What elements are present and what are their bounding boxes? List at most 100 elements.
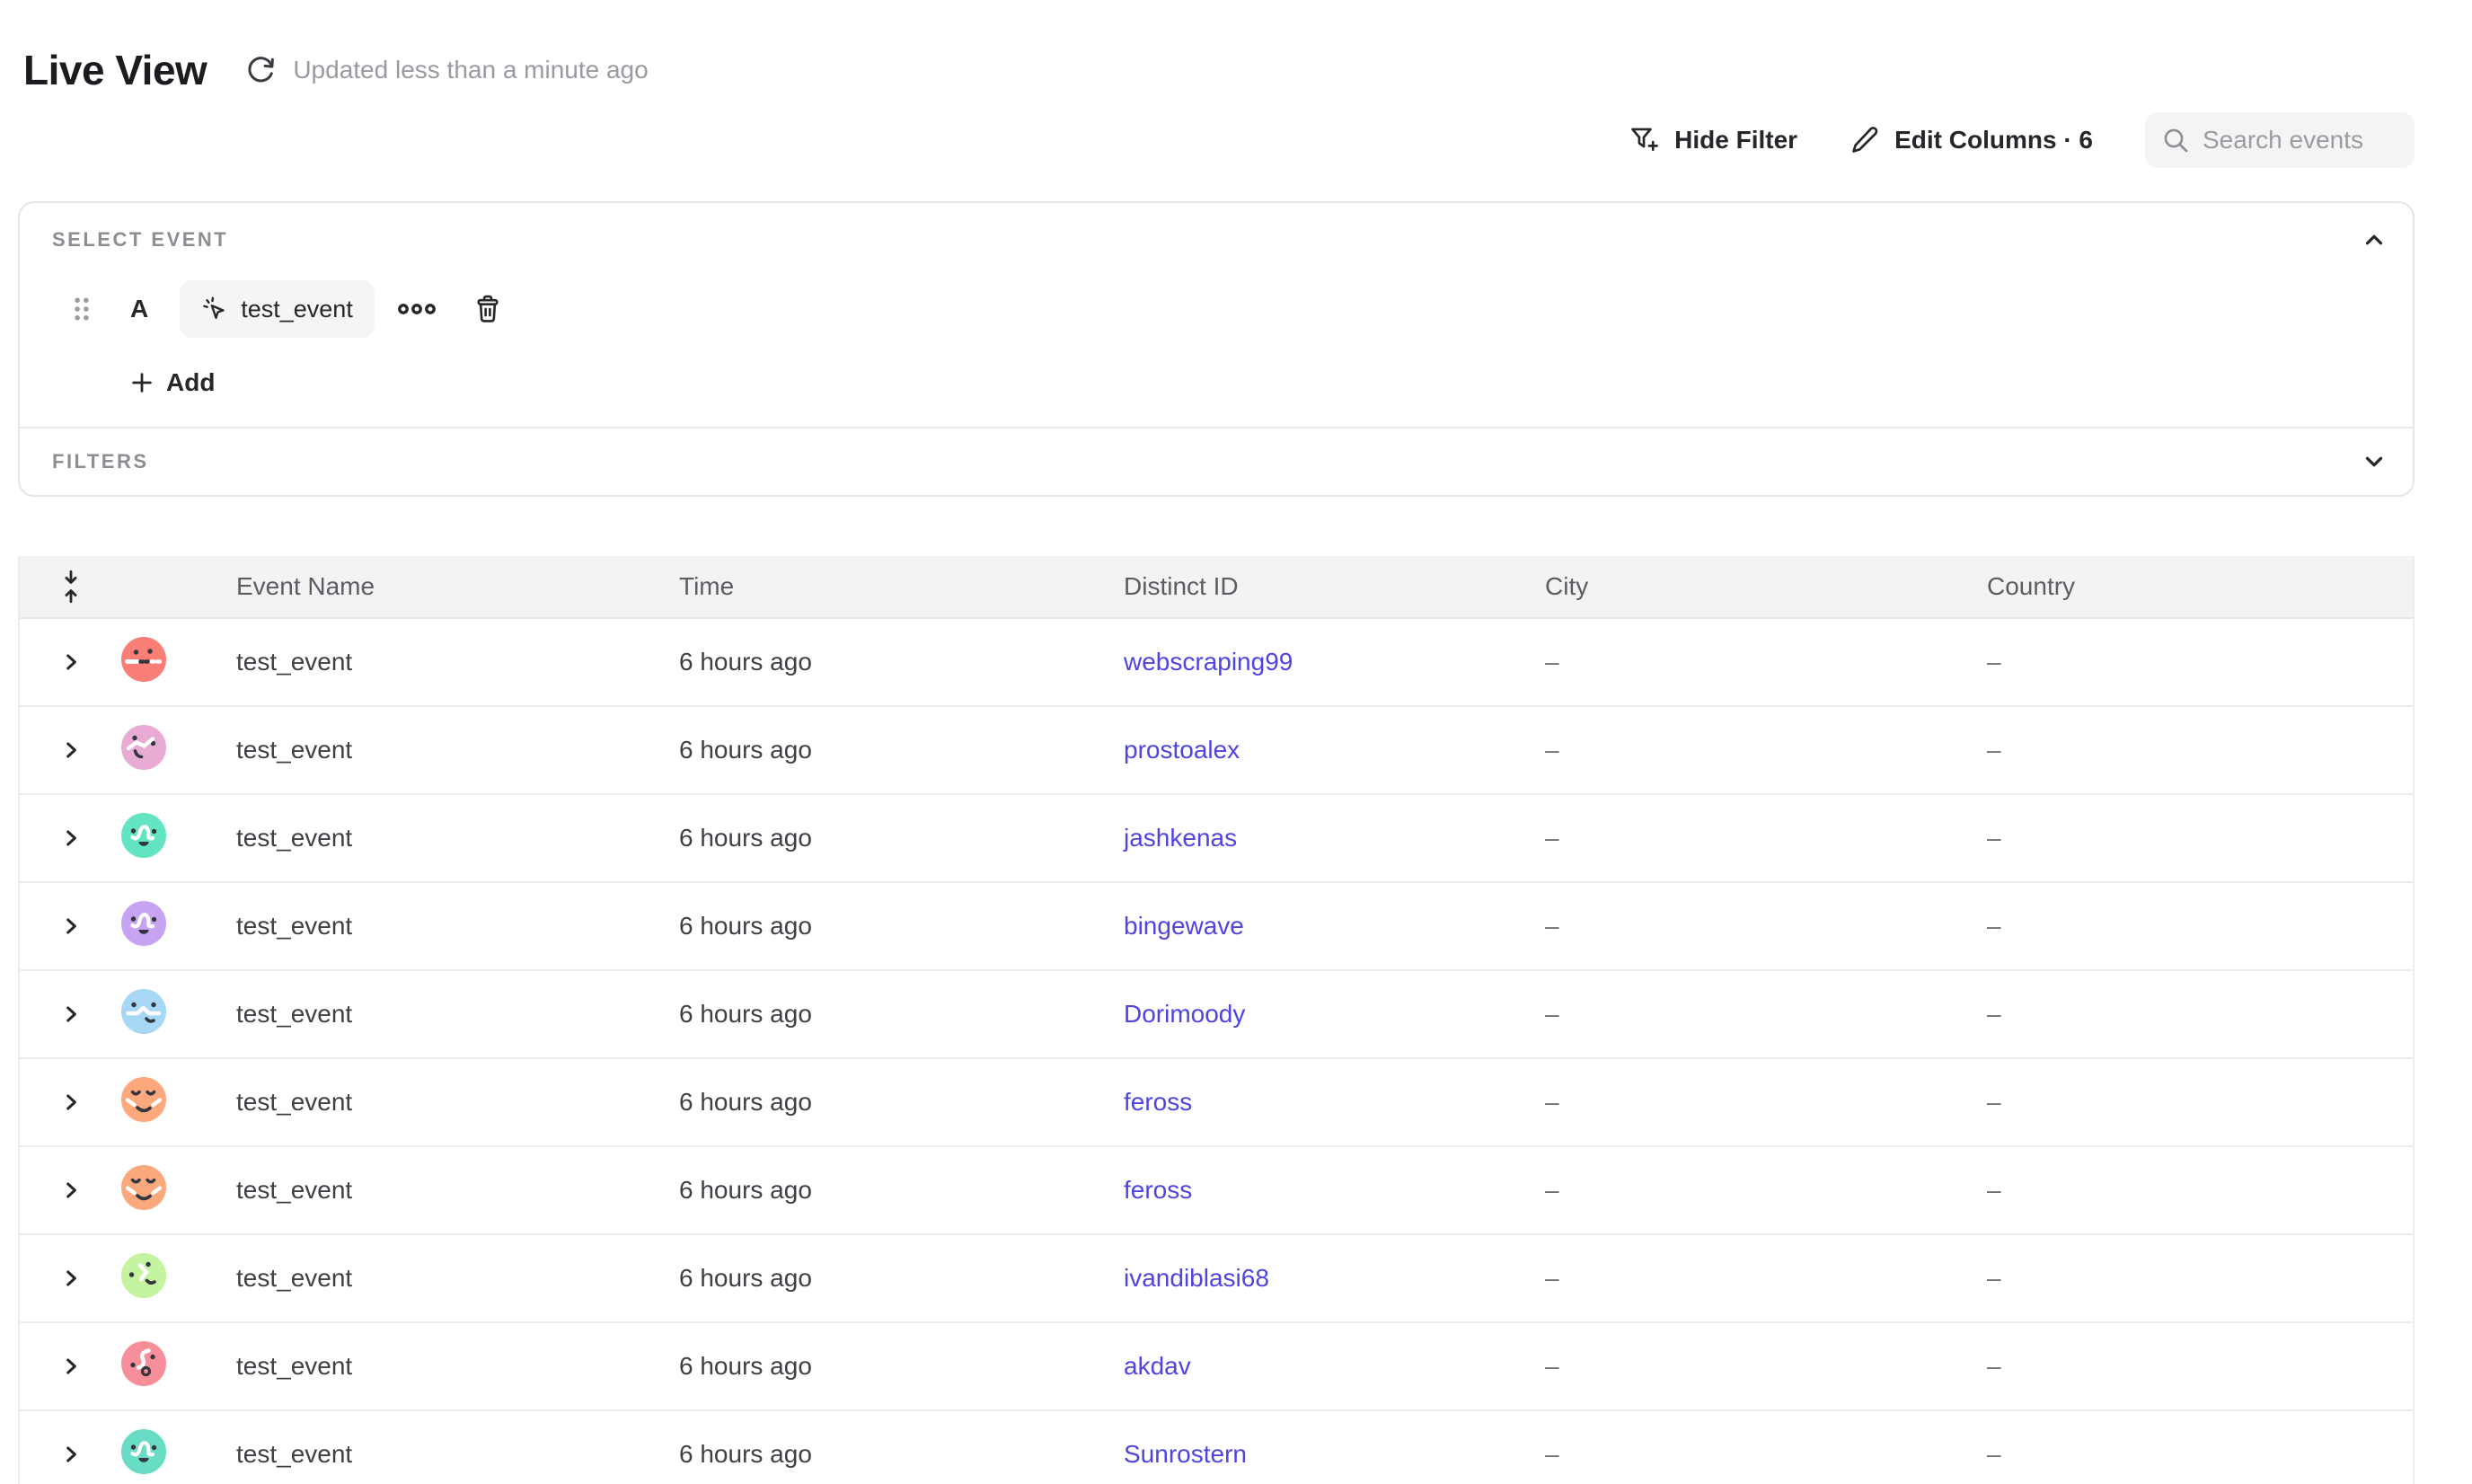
add-event-button[interactable]: Add <box>128 363 215 402</box>
expand-row-button[interactable] <box>59 1179 83 1202</box>
table-row[interactable]: test_event 6 hours ago feross – – <box>20 1147 2413 1235</box>
user-avatar <box>121 637 166 682</box>
time-cell: 6 hours ago <box>661 736 1106 764</box>
event-name-cell: test_event <box>218 1000 661 1029</box>
country-cell: – <box>1969 1000 2413 1029</box>
table-row[interactable]: test_event 6 hours ago bingewave – – <box>20 883 2413 971</box>
select-event-label: SELECT EVENT <box>52 228 228 252</box>
event-name-cell: test_event <box>218 824 661 852</box>
expand-row-button[interactable] <box>59 1003 83 1026</box>
time-cell: 6 hours ago <box>661 1264 1106 1293</box>
collapse-select-event-button[interactable] <box>2361 226 2388 253</box>
search-input[interactable] <box>2203 126 2400 155</box>
time-cell: 6 hours ago <box>661 1000 1106 1029</box>
expand-row-button[interactable] <box>59 914 83 938</box>
distinct-id-link[interactable]: Sunrostern <box>1124 1440 1247 1468</box>
table-row[interactable]: test_event 6 hours ago akdav – – <box>20 1323 2413 1411</box>
city-cell: – <box>1527 1088 1969 1117</box>
distinct-id-link[interactable]: feross <box>1124 1088 1192 1116</box>
live-view-page: Live View Updated less than a minute ago… <box>0 0 2472 1484</box>
hide-filter-label: Hide Filter <box>1674 126 1797 155</box>
event-letter: A <box>130 295 148 323</box>
chevron-right-icon <box>59 1443 83 1466</box>
table-row[interactable]: test_event 6 hours ago ivandiblasi68 – – <box>20 1235 2413 1323</box>
event-name-cell: test_event <box>218 1440 661 1469</box>
user-avatar <box>121 1077 166 1122</box>
time-cell: 6 hours ago <box>661 912 1106 941</box>
country-cell: – <box>1969 912 2413 941</box>
table-row[interactable]: test_event 6 hours ago webscraping99 – – <box>20 619 2413 707</box>
hide-filter-button[interactable]: Hide Filter <box>1629 125 1797 155</box>
refresh-icon <box>244 54 277 86</box>
refresh-button[interactable] <box>244 54 277 86</box>
table-row[interactable]: test_event 6 hours ago Dorimoody – – <box>20 971 2413 1059</box>
expand-row-button[interactable] <box>59 1091 83 1114</box>
table-row[interactable]: test_event 6 hours ago feross – – <box>20 1059 2413 1147</box>
country-cell: – <box>1969 1176 2413 1205</box>
distinct-id-link[interactable]: feross <box>1124 1176 1192 1204</box>
event-more-options-button[interactable] <box>396 302 437 316</box>
column-header-country: Country <box>1969 572 2413 601</box>
trash-icon <box>473 294 502 324</box>
expand-row-button[interactable] <box>59 1267 83 1290</box>
time-cell: 6 hours ago <box>661 1176 1106 1205</box>
distinct-id-link[interactable]: webscraping99 <box>1124 648 1293 676</box>
city-cell: – <box>1527 1000 1969 1029</box>
distinct-id-link[interactable]: prostoalex <box>1124 736 1240 764</box>
city-cell: – <box>1527 648 1969 676</box>
distinct-id-link[interactable]: Dorimoody <box>1124 1000 1245 1028</box>
collapse-all-rows-button[interactable] <box>57 569 85 605</box>
drag-handle[interactable] <box>70 292 93 326</box>
city-cell: – <box>1527 1176 1969 1205</box>
time-cell: 6 hours ago <box>661 1352 1106 1381</box>
country-cell: – <box>1969 736 2413 764</box>
event-name-cell: test_event <box>218 1352 661 1381</box>
event-name-cell: test_event <box>218 1176 661 1205</box>
search-icon <box>2161 126 2190 155</box>
column-header-time: Time <box>661 572 1106 601</box>
event-name-cell: test_event <box>218 648 661 676</box>
search-box[interactable] <box>2145 112 2415 168</box>
distinct-id-link[interactable]: akdav <box>1124 1352 1191 1380</box>
user-avatar <box>121 1341 166 1386</box>
distinct-id-link[interactable]: ivandiblasi68 <box>1124 1264 1269 1292</box>
event-chip-label: test_event <box>241 296 353 323</box>
delete-event-button[interactable] <box>473 294 502 324</box>
distinct-id-link[interactable]: jashkenas <box>1124 824 1237 852</box>
pencil-icon <box>1850 125 1880 155</box>
city-cell: – <box>1527 824 1969 852</box>
event-row: A test_event <box>20 280 2413 338</box>
chevron-right-icon <box>59 738 83 762</box>
updated-status: Updated less than a minute ago <box>293 56 648 84</box>
city-cell: – <box>1527 912 1969 941</box>
three-rings-icon <box>396 302 437 316</box>
filters-header: FILTERS <box>20 428 2413 495</box>
arrows-inward-icon <box>57 569 85 605</box>
chevron-right-icon <box>59 826 83 850</box>
distinct-id-link[interactable]: bingewave <box>1124 912 1244 940</box>
user-avatar <box>121 901 166 946</box>
chevron-right-icon <box>59 650 83 674</box>
event-name-cell: test_event <box>218 736 661 764</box>
expand-filters-button[interactable] <box>2361 448 2388 475</box>
table-row[interactable]: test_event 6 hours ago jashkenas – – <box>20 795 2413 883</box>
chevron-up-icon <box>2361 226 2388 253</box>
chevron-right-icon <box>59 1179 83 1202</box>
time-cell: 6 hours ago <box>661 1088 1106 1117</box>
chevron-right-icon <box>59 1091 83 1114</box>
table-row[interactable]: test_event 6 hours ago prostoalex – – <box>20 707 2413 795</box>
table-row[interactable]: test_event 6 hours ago Sunrostern – – <box>20 1411 2413 1484</box>
chevron-down-icon <box>2361 448 2388 475</box>
event-chip[interactable]: test_event <box>180 280 375 338</box>
edit-columns-label: Edit Columns · 6 <box>1894 126 2093 155</box>
event-name-cell: test_event <box>218 912 661 941</box>
expand-row-button[interactable] <box>59 826 83 850</box>
user-avatar <box>121 1165 166 1210</box>
expand-row-button[interactable] <box>59 1443 83 1466</box>
expand-row-button[interactable] <box>59 650 83 674</box>
expand-row-button[interactable] <box>59 738 83 762</box>
column-header-city: City <box>1527 572 1969 601</box>
select-event-header: SELECT EVENT <box>20 203 2413 253</box>
edit-columns-button[interactable]: Edit Columns · 6 <box>1850 125 2093 155</box>
expand-row-button[interactable] <box>59 1355 83 1378</box>
